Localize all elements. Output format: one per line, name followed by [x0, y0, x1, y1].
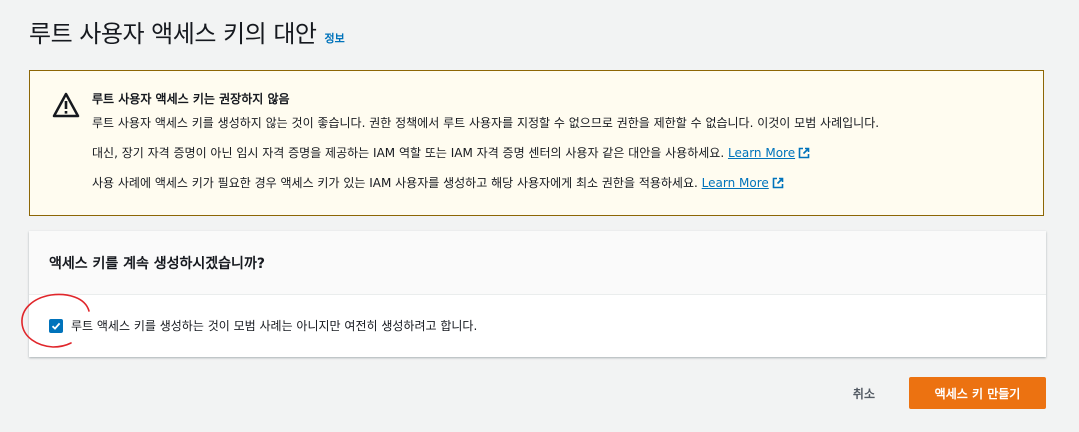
info-link[interactable]: 정보 [324, 30, 344, 46]
checkmark-icon [51, 322, 61, 330]
warning-line-3: 사용 사례에 액세스 키가 필요한 경우 액세스 키가 있는 IAM 사용자를 … [92, 175, 1033, 191]
external-link-icon [772, 177, 784, 189]
create-access-key-button[interactable]: 액세스 키 만들기 [909, 377, 1046, 409]
page-header: 루트 사용자 액세스 키의 대안 정보 [29, 14, 345, 49]
warning-line-2-text: 대신, 장기 자격 증명이 아닌 임시 자격 증명을 제공하는 IAM 역할 또… [92, 146, 725, 160]
warning-alert: 루트 사용자 액세스 키는 권장하지 않음 루트 사용자 액세스 키를 생성하지… [29, 70, 1044, 216]
warning-title: 루트 사용자 액세스 키는 권장하지 않음 [92, 92, 290, 106]
warning-line-2: 대신, 장기 자격 증명이 아닌 임시 자격 증명을 제공하는 IAM 역할 또… [92, 145, 1033, 161]
learn-more-link-2[interactable]: Learn More [702, 176, 769, 190]
learn-more-link[interactable]: Learn More [728, 146, 795, 160]
external-link-icon [798, 147, 810, 159]
panel-body: 루트 액세스 키를 생성하는 것이 모범 사례는 아니지만 여전히 생성하려고 … [29, 295, 1046, 356]
confirm-checkbox[interactable] [49, 318, 63, 333]
page-title: 루트 사용자 액세스 키의 대안 [29, 20, 317, 48]
warning-content: 루트 사용자 액세스 키는 권장하지 않음 루트 사용자 액세스 키를 생성하지… [92, 91, 1033, 205]
warning-line-3-text: 사용 사례에 액세스 키가 필요한 경우 액세스 키가 있는 IAM 사용자를 … [92, 176, 698, 190]
cancel-button[interactable]: 취소 [847, 384, 881, 403]
confirmation-panel: 액세스 키를 계속 생성하시겠습니까? 루트 액세스 키를 생성하는 것이 모범… [29, 231, 1046, 357]
panel-title: 액세스 키를 계속 생성하시겠습니까? [49, 255, 265, 272]
warning-triangle-icon [52, 92, 80, 118]
footer-actions: 취소 액세스 키 만들기 [847, 377, 1046, 409]
panel-header: 액세스 키를 계속 생성하시겠습니까? [29, 231, 1046, 295]
warning-line-1: 루트 사용자 액세스 키를 생성하지 않는 것이 좋습니다. 권한 정책에서 루… [92, 116, 880, 130]
checkbox-label[interactable]: 루트 액세스 키를 생성하는 것이 모범 사례는 아니지만 여전히 생성하려고 … [71, 317, 477, 334]
